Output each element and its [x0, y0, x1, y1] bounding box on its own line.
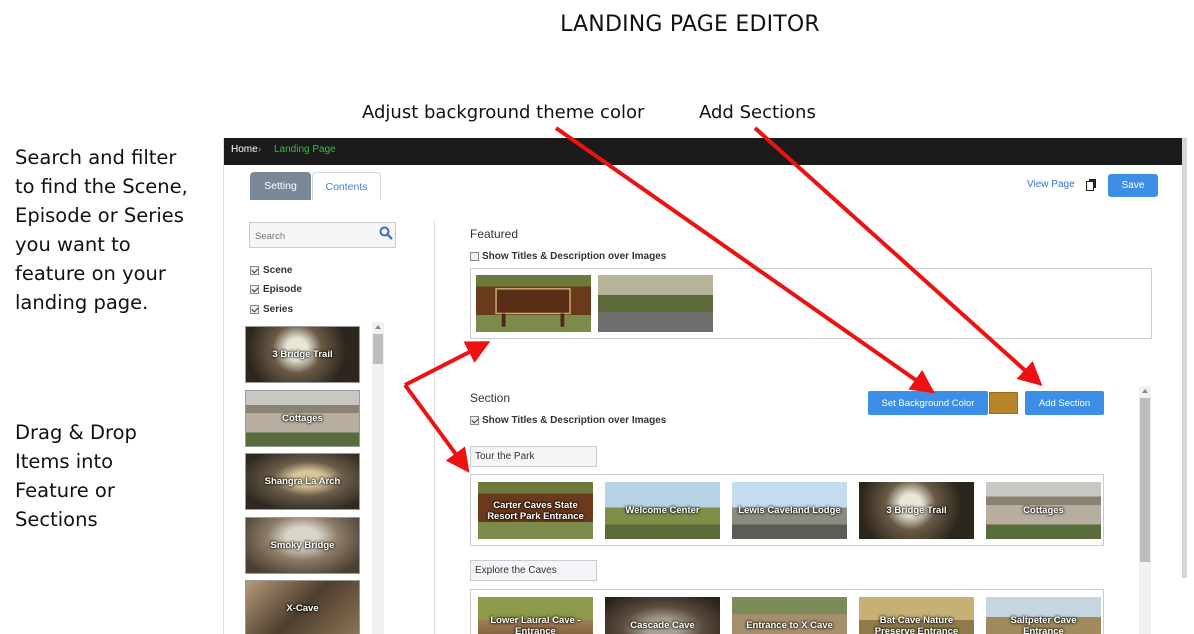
scene-checkbox[interactable] [250, 266, 259, 275]
section-item[interactable]: Entrance to X Cave [732, 597, 847, 634]
set-background-color-button[interactable]: Set Background Color [868, 391, 988, 415]
section-show-titles-checkbox[interactable] [470, 416, 479, 425]
featured-show-titles[interactable]: Show Titles & Description over Images [470, 251, 666, 262]
breadcrumb-separator: › [258, 144, 262, 155]
copy-icon[interactable] [1086, 179, 1097, 191]
filter-episode[interactable]: Episode [250, 284, 302, 295]
tab-setting[interactable]: Setting [250, 172, 311, 200]
list-item[interactable]: Shangra La Arch [245, 453, 360, 510]
sections-scrollbar[interactable] [1139, 386, 1151, 634]
filter-label: Series [263, 304, 294, 315]
section-show-titles-label: Show Titles & Description over Images [482, 415, 667, 426]
note-line: Sections [15, 508, 98, 531]
note-line: Items into [15, 450, 114, 473]
callout-add-sections: Add Sections [699, 102, 816, 123]
editor-app: Home › Landing Page Setting Contents Vie… [223, 138, 1187, 634]
series-checkbox[interactable] [250, 305, 259, 314]
view-page-link[interactable]: View Page [1027, 179, 1075, 190]
note-line: Search and filter [15, 146, 177, 169]
breadcrumb-current: Landing Page [274, 144, 336, 155]
page-title: LANDING PAGE EDITOR [560, 12, 820, 37]
search-icon[interactable] [379, 226, 393, 240]
section-dropzone[interactable]: Lower Laural Cave - Entrance Cascade Cav… [470, 589, 1104, 634]
tab-contents[interactable]: Contents [312, 172, 381, 200]
background-color-swatch[interactable] [989, 392, 1018, 414]
scrollbar-thumb[interactable] [373, 334, 383, 364]
note-line: Episode or Series [15, 204, 184, 227]
add-section-button[interactable]: Add Section [1025, 391, 1104, 415]
left-list-scrollbar[interactable] [372, 322, 384, 634]
section-item[interactable]: Lewis Caveland Lodge [732, 482, 847, 539]
note-line: you want to [15, 233, 131, 256]
filter-label: Scene [263, 265, 293, 276]
section-dropzone[interactable]: Carter Caves State Resort Park Entrance … [470, 474, 1104, 546]
section-title: Section [470, 391, 511, 405]
callout-background-color: Adjust background theme color [362, 102, 645, 123]
featured-dropzone[interactable] [470, 268, 1152, 339]
scroll-up-icon[interactable] [375, 325, 381, 329]
featured-show-titles-label: Show Titles & Description over Images [482, 251, 667, 262]
scrollbar-thumb[interactable] [1182, 138, 1187, 578]
search-input[interactable]: Search [249, 222, 396, 248]
section-item[interactable]: 3 Bridge Trail [859, 482, 974, 539]
section-item[interactable]: Saltpeter Cave Entrance [986, 597, 1101, 634]
episode-checkbox[interactable] [250, 285, 259, 294]
save-button[interactable]: Save [1108, 174, 1158, 197]
featured-title: Featured [470, 227, 519, 241]
list-item[interactable]: 3 Bridge Trail [245, 326, 360, 383]
scroll-up-icon[interactable] [1142, 389, 1148, 393]
section-name-input[interactable]: Tour the Park [470, 446, 597, 467]
section-name-input[interactable]: Explore the Caves [470, 560, 597, 581]
section-item[interactable]: Cottages [986, 482, 1101, 539]
search-results-list: 3 Bridge Trail Cottages Shangra La Arch … [245, 326, 361, 634]
search-placeholder: Search [255, 231, 286, 242]
panel-divider [434, 220, 435, 634]
breadcrumb-home[interactable]: Home [231, 144, 258, 155]
section-item[interactable]: Bat Cave Nature Preserve Entrance [859, 597, 974, 634]
filter-scene[interactable]: Scene [250, 265, 292, 276]
note-line: feature on your [15, 262, 166, 285]
note-search-filter: Search and filter to find the Scene, Epi… [15, 143, 188, 317]
note-line: Feature or [15, 479, 115, 502]
note-drag-drop: Drag & Drop Items into Feature or Sectio… [15, 418, 137, 534]
list-item[interactable]: Cottages [245, 390, 360, 447]
note-line: landing page. [15, 291, 149, 314]
section-item[interactable]: Welcome Center [605, 482, 720, 539]
page-scrollbar[interactable] [1182, 138, 1187, 578]
carter-caves-sign-image [495, 288, 571, 327]
section-item[interactable]: Carter Caves State Resort Park Entrance [478, 482, 593, 539]
scrollbar-thumb[interactable] [1140, 398, 1150, 562]
note-line: to find the Scene, [15, 175, 188, 198]
featured-item[interactable] [476, 275, 591, 332]
featured-show-titles-checkbox[interactable] [470, 252, 479, 261]
list-item[interactable]: X-Cave [245, 580, 360, 634]
top-bar: Home › Landing Page [224, 138, 1187, 165]
featured-item[interactable] [598, 275, 713, 332]
section-item[interactable]: Cascade Cave [605, 597, 720, 634]
filter-label: Episode [263, 284, 302, 295]
section-item[interactable]: Lower Laural Cave - Entrance [478, 597, 593, 634]
note-line: Drag & Drop [15, 421, 137, 444]
list-item[interactable]: Smoky Bridge [245, 517, 360, 574]
filter-series[interactable]: Series [250, 304, 293, 315]
section-show-titles[interactable]: Show Titles & Description over Images [470, 415, 666, 426]
